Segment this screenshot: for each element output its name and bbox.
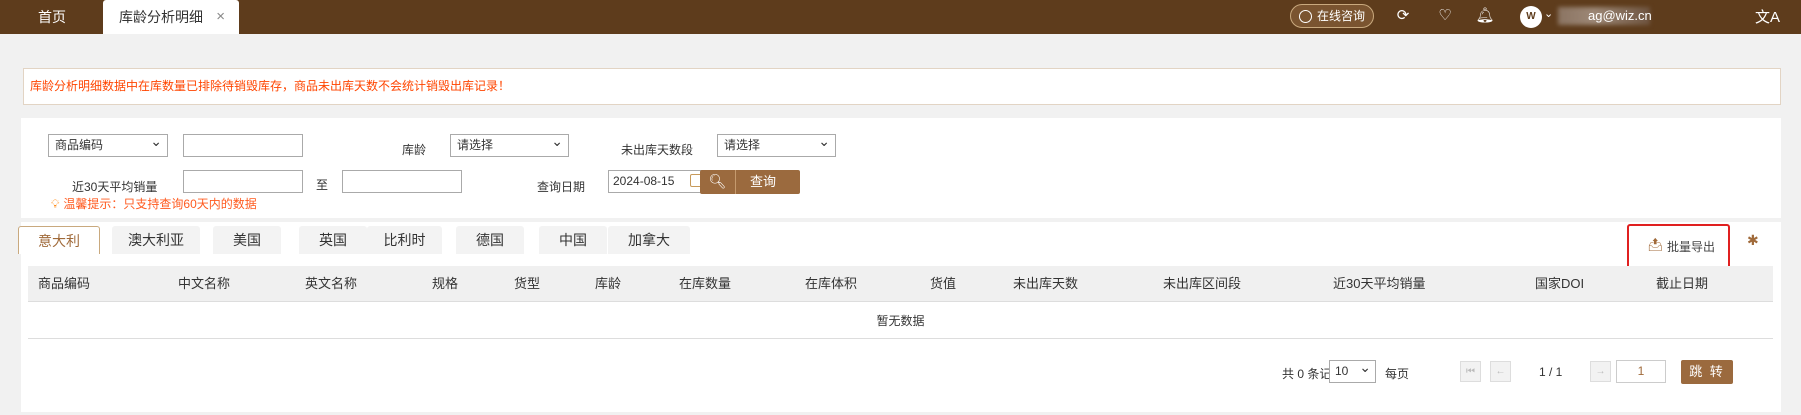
first-page-button[interactable]: ⏮ xyxy=(1460,361,1481,382)
refresh-icon[interactable]: ⟳ xyxy=(1393,6,1413,26)
column-header-5[interactable]: 库龄 xyxy=(595,266,621,302)
avg-sales-from-input[interactable] xyxy=(183,170,303,193)
heart-icon[interactable]: ♡ xyxy=(1435,6,1455,26)
page-jump-input[interactable]: 1 xyxy=(1616,360,1666,383)
lightbulb-icon: 💡︎ xyxy=(51,197,60,211)
gear-icon[interactable]: ✱ xyxy=(1747,232,1759,249)
query-button-label: 查询 xyxy=(750,174,777,189)
column-header-6[interactable]: 在库数量 xyxy=(679,266,731,302)
column-header-2[interactable]: 英文名称 xyxy=(305,266,357,302)
country-tab-2[interactable]: 美国 xyxy=(213,226,281,254)
online-consult-button[interactable]: 在线咨询 xyxy=(1290,4,1374,28)
avatar[interactable]: W xyxy=(1520,6,1542,28)
go-button[interactable]: 跳 转 xyxy=(1681,360,1733,384)
query-date-input[interactable]: 2024-08-15 xyxy=(608,170,709,193)
column-header-3[interactable]: 规格 xyxy=(432,266,458,302)
per-page-label: 每页 xyxy=(1385,367,1410,381)
avg-sales-label: 近30天平均销量 xyxy=(72,180,158,194)
online-consult-label: 在线咨询 xyxy=(1317,9,1366,23)
prev-page-button[interactable]: ← xyxy=(1490,361,1511,382)
top-bar: 首页 库龄分析明细 × 在线咨询 ⟳ ♡ 🔔︎ W ⌄ ag@wiz.cn 文A xyxy=(0,0,1801,34)
tip-label: 温馨提示：只支持查询60天内的数据 xyxy=(63,197,257,211)
notice-banner: 库龄分析明细数据中在库数量已排除待销毁库存，商品未出库天数不会统计销毁出库记录！ xyxy=(23,68,1781,105)
column-header-10[interactable]: 未出库区间段 xyxy=(1163,266,1241,302)
to-label: 至 xyxy=(316,178,329,192)
country-tab-1[interactable]: 澳大利亚 xyxy=(112,226,200,254)
empty-table-message: 暂无数据 xyxy=(28,304,1773,339)
country-tab-7[interactable]: 加拿大 xyxy=(608,226,690,254)
country-tab-5[interactable]: 德国 xyxy=(456,226,524,254)
column-header-11[interactable]: 近30天平均销量 xyxy=(1333,266,1425,302)
page-indicator: 1 / 1 xyxy=(1539,365,1563,379)
column-header-12[interactable]: 国家DOI xyxy=(1535,266,1584,302)
age-label: 库龄 xyxy=(402,143,427,157)
search-icon: 🔍︎ xyxy=(700,170,736,194)
bell-icon[interactable]: 🔔︎ xyxy=(1475,6,1495,26)
column-header-13[interactable]: 截止日期 xyxy=(1656,266,1708,302)
column-header-7[interactable]: 在库体积 xyxy=(805,266,857,302)
user-email[interactable]: ag@wiz.cn xyxy=(1588,8,1652,23)
next-page-button[interactable]: → xyxy=(1590,361,1611,382)
translate-icon[interactable]: 文A xyxy=(1755,6,1780,27)
tab-home[interactable]: 首页 xyxy=(38,0,66,34)
batch-export-button[interactable]: 📤︎ 批量导出 xyxy=(1627,224,1730,270)
code-type-select[interactable]: 商品编码 xyxy=(48,131,168,157)
column-header-9[interactable]: 未出库天数 xyxy=(1013,266,1078,302)
code-input[interactable] xyxy=(183,134,303,157)
close-icon[interactable]: × xyxy=(216,0,225,34)
batch-export-label: 批量导出 xyxy=(1667,240,1716,254)
filter-panel xyxy=(21,118,1781,218)
table-header: 商品编码 中文名称 英文名称 规格 货型 库龄 在库数量 在库体积 货值 未出库天数 未出库区间段 近… xyxy=(28,266,1773,302)
country-tab-4[interactable]: 比利时 xyxy=(367,226,442,254)
tip-text: 💡︎ 温馨提示：只支持查询60天内的数据 xyxy=(51,195,257,212)
column-header-1[interactable]: 中文名称 xyxy=(178,266,230,302)
days-label: 未出库天数段 xyxy=(621,143,694,157)
column-header-8[interactable]: 货值 xyxy=(930,266,956,302)
query-date-value: 2024-08-15 xyxy=(613,174,675,188)
country-tab-3[interactable]: 英国 xyxy=(299,226,367,254)
age-select[interactable]: 请选择 xyxy=(450,131,569,157)
tab-label: 库龄分析明细 xyxy=(119,9,203,25)
query-button[interactable]: 🔍︎ 查询 xyxy=(700,170,800,194)
avg-sales-to-input[interactable] xyxy=(342,170,462,193)
page-size-select[interactable]: 10 xyxy=(1329,357,1376,383)
country-tab-0[interactable]: 意大利 xyxy=(18,226,100,254)
query-date-label: 查询日期 xyxy=(537,180,586,194)
column-header-4[interactable]: 货型 xyxy=(514,266,540,302)
tab-inventory-age-detail[interactable]: 库龄分析明细 × xyxy=(103,0,239,34)
country-tab-6[interactable]: 中国 xyxy=(539,226,607,254)
chevron-down-icon[interactable]: ⌄ xyxy=(1544,7,1553,20)
days-select[interactable]: 请选择 xyxy=(717,131,836,157)
export-icon: 📤︎ xyxy=(1647,237,1664,252)
chat-icon xyxy=(1299,10,1312,23)
column-header-0[interactable]: 商品编码 xyxy=(38,266,90,302)
